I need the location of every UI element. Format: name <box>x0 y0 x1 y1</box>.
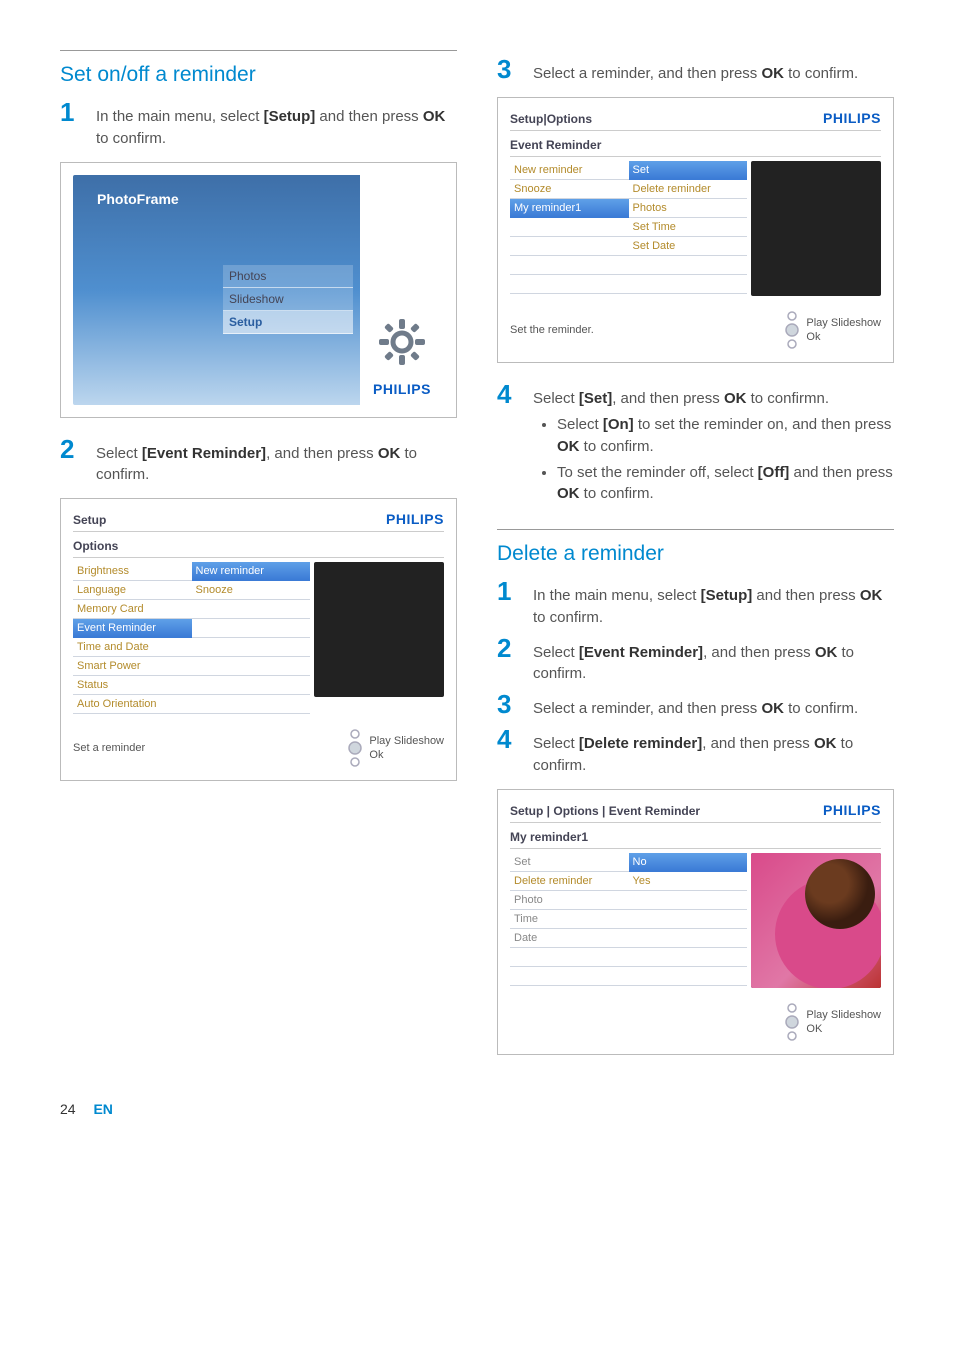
act-set-time[interactable]: Set Time <box>629 218 748 237</box>
menu-item-setup[interactable]: Setup <box>223 311 353 334</box>
act-set[interactable]: Set <box>629 161 748 180</box>
brand-philips: PHILIPS <box>386 511 444 527</box>
d-delete-reminder[interactable]: Delete reminder <box>510 872 629 891</box>
ok-button[interactable]: Ok <box>369 749 444 761</box>
step-text: Select a reminder, and then press OK to … <box>533 63 858 85</box>
dstep-4: 4 Select [Delete reminder], and then pre… <box>497 724 894 777</box>
preview-pane <box>751 853 881 988</box>
nav-circles-icon <box>784 1002 800 1042</box>
play-slideshow-button[interactable]: Play Slideshow <box>806 317 881 329</box>
d-no[interactable]: No <box>629 853 748 872</box>
play-slideshow-button[interactable]: Play Slideshow <box>369 735 444 747</box>
step-1: 1 In the main menu, select [Setup] and t… <box>60 97 457 150</box>
section-delete-reminder: Delete a reminder <box>497 529 894 566</box>
brand-philips: PHILIPS <box>823 802 881 818</box>
footer-hint: Set a reminder <box>73 742 145 754</box>
step4-bullets: Select [On] to set the reminder on, and … <box>557 414 894 505</box>
rem-my-reminder1[interactable]: My reminder1 <box>510 199 629 218</box>
d-photo[interactable]: Photo <box>510 891 629 910</box>
d-time[interactable]: Time <box>510 910 629 929</box>
step-number: 1 <box>497 576 515 607</box>
breadcrumb: Setup | Options | Event Reminder <box>510 804 700 818</box>
opt-event-reminder[interactable]: Event Reminder <box>73 619 192 638</box>
opt-smart-power[interactable]: Smart Power <box>73 657 192 676</box>
opt-language[interactable]: Language <box>73 581 192 600</box>
gear-icon <box>377 317 427 367</box>
step-text: Select [Set], and then press OK to confi… <box>533 388 829 410</box>
preview-pane <box>751 161 881 296</box>
preview-pane <box>314 562 444 697</box>
act-set-date[interactable]: Set Date <box>629 237 748 256</box>
ok-button[interactable]: OK <box>806 1023 881 1035</box>
opt-memory-card[interactable]: Memory Card <box>73 600 192 619</box>
breadcrumb: Setup|Options <box>510 112 592 126</box>
dstep-2: 2 Select [Event Reminder], and then pres… <box>497 633 894 686</box>
ok-button[interactable]: Ok <box>806 331 881 343</box>
step-number: 1 <box>60 97 78 128</box>
nav-circles-icon <box>784 310 800 350</box>
opt-time-date[interactable]: Time and Date <box>73 638 192 657</box>
subheader: Options <box>73 536 444 558</box>
page-footer: 24 EN <box>60 1101 894 1117</box>
step-number: 2 <box>60 434 78 465</box>
opt-brightness[interactable]: Brightness <box>73 562 192 581</box>
step-text: In the main menu, select [Setup] and the… <box>96 106 457 150</box>
step-number: 3 <box>497 54 515 85</box>
screenshot-photoframe-menu: PhotoFrame Photos Slideshow Setup <box>60 162 457 418</box>
rem-snooze[interactable]: Snooze <box>510 180 629 199</box>
nav-circles-icon <box>347 728 363 768</box>
step-number: 4 <box>497 379 515 410</box>
play-slideshow-button[interactable]: Play Slideshow <box>806 1009 881 1021</box>
d-yes[interactable]: Yes <box>629 872 748 891</box>
screenshot-delete-reminder: Setup | Options | Event Reminder PHILIPS… <box>497 789 894 1055</box>
screenshot-event-reminder: Setup|Options PHILIPS Event Reminder New… <box>497 97 894 363</box>
opt-status[interactable]: Status <box>73 676 192 695</box>
footer-hint: Set the reminder. <box>510 324 594 336</box>
step-2: 2 Select [Event Reminder], and then pres… <box>60 434 457 487</box>
step-4: 4 Select [Set], and then press OK to con… <box>497 379 894 410</box>
brand-philips: PHILIPS <box>823 110 881 126</box>
step-3: 3 Select a reminder, and then press OK t… <box>497 54 894 85</box>
subheader: Event Reminder <box>510 135 881 157</box>
brand-philips: PHILIPS <box>373 381 431 397</box>
subheader: My reminder1 <box>510 827 881 849</box>
page-lang: EN <box>93 1101 112 1117</box>
dstep-3: 3 Select a reminder, and then press OK t… <box>497 689 894 720</box>
step-text: Select [Event Reminder], and then press … <box>96 443 457 487</box>
act-delete-reminder[interactable]: Delete reminder <box>629 180 748 199</box>
section-set-onoff: Set on/off a reminder <box>60 50 457 87</box>
page-number: 24 <box>60 1101 76 1117</box>
menu-item-slideshow[interactable]: Slideshow <box>223 288 353 311</box>
act-photos[interactable]: Photos <box>629 199 748 218</box>
d-date[interactable]: Date <box>510 929 629 948</box>
dstep-1: 1 In the main menu, select [Setup] and t… <box>497 576 894 629</box>
opt-auto-orientation[interactable]: Auto Orientation <box>73 695 192 714</box>
step-number: 3 <box>497 689 515 720</box>
step-number: 2 <box>497 633 515 664</box>
step-number: 4 <box>497 724 515 755</box>
rem-new-reminder[interactable]: New reminder <box>510 161 629 180</box>
sub-new-reminder[interactable]: New reminder <box>192 562 311 581</box>
menu-item-photos[interactable]: Photos <box>223 265 353 288</box>
breadcrumb: Setup <box>73 513 106 527</box>
d-set[interactable]: Set <box>510 853 629 872</box>
sub-snooze[interactable]: Snooze <box>192 581 311 600</box>
screenshot-setup-options: Setup PHILIPS Options Brightness Languag… <box>60 498 457 781</box>
